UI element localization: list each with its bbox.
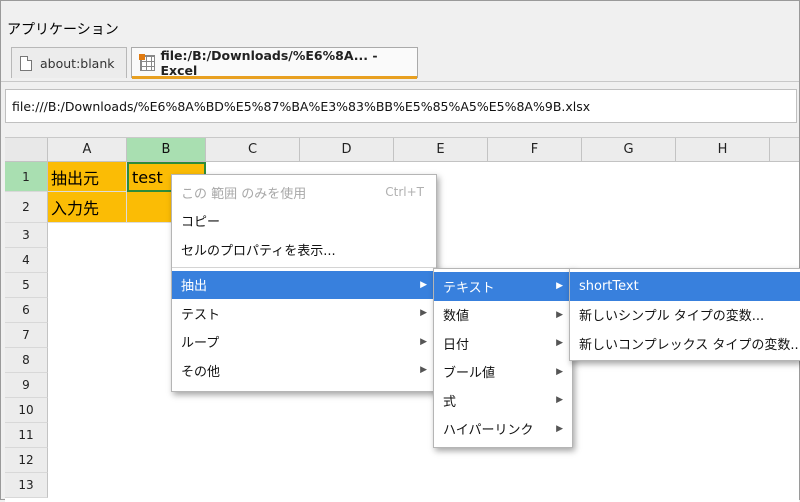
tab-strip: about:blank file:/B:/Downloads/%E6%8A...… [1,45,799,82]
menu-item-label: ハイパーリンク [443,423,534,439]
row-header-5[interactable]: 5 [5,273,48,298]
menu-item-label: テスト [181,307,221,323]
menu-item-test[interactable]: テスト ▶ [172,299,436,328]
row-header-1[interactable]: 1 [5,162,48,192]
cell-a1[interactable]: 抽出元 [48,162,127,192]
menu-item-hyperlink[interactable]: ハイパーリンク ▶ [434,415,572,444]
tab-label: about:blank [40,55,115,71]
menu-item-shorttext[interactable]: shortText [570,272,800,301]
menu-item-label: ブール値 [443,366,496,382]
tab-label: file:/B:/Downloads/%E6%8A... - Excel [160,48,378,78]
submenu-arrow-icon: ▶ [556,366,563,377]
tab-excel-file[interactable]: file:/B:/Downloads/%E6%8A... - Excel [131,47,418,79]
row-header-7[interactable]: 7 [5,323,48,348]
tab-about-blank[interactable]: about:blank [11,47,127,78]
menu-item-date[interactable]: 日付 ▶ [434,329,572,358]
submenu-arrow-icon: ▶ [556,338,563,349]
menu-item-formula[interactable]: 式 ▶ [434,386,572,415]
menu-item-label: コピー [181,215,221,231]
column-header-h[interactable]: H [676,138,770,162]
address-bar[interactable]: file:///B:/Downloads/%E6%8A%BD%E5%87%BA%… [5,89,797,123]
shortcut-label: Ctrl+T [385,185,424,200]
submenu-arrow-icon: ▶ [556,309,563,320]
submenu-arrow-icon: ▶ [420,336,427,347]
column-header-e[interactable]: E [394,138,488,162]
menu-item-new-simple-variable[interactable]: 新しいシンプル タイプの変数... [570,301,800,330]
row-header-2[interactable]: 2 [5,192,48,223]
column-header-f[interactable]: F [488,138,582,162]
menu-item-number[interactable]: 数値 ▶ [434,301,572,330]
menu-item-label: 新しいシンプル タイプの変数... [579,309,765,325]
submenu-arrow-icon: ▶ [556,395,563,406]
submenu-arrow-icon: ▶ [420,279,427,290]
menu-item-label: 式 [443,394,457,410]
column-header-c[interactable]: C [206,138,300,162]
column-header-a[interactable]: A [48,138,127,162]
menu-item-label: shortText [579,278,639,294]
menu-item-label: テキスト [443,280,495,296]
menu-item-label: 数値 [443,309,470,325]
row-header-3[interactable]: 3 [5,223,48,248]
menu-item-label: この 範囲 のみを使用 [181,186,307,202]
menu-item-label: 新しいコンプレックス タイプの変数... [579,337,800,353]
row-header-9[interactable]: 9 [5,373,48,398]
extract-submenu: テキスト ▶ 数値 ▶ 日付 ▶ ブール値 ▶ 式 ▶ ハイパーリンク ▶ [433,268,573,448]
context-menu: この 範囲 のみを使用 Ctrl+T コピー セルのプロパティを表示... 抽出… [171,174,437,392]
submenu-arrow-icon: ▶ [556,423,563,434]
menu-item-label: その他 [181,364,221,380]
app-title: アプリケーション [7,22,119,38]
excel-icon [138,54,156,71]
menu-item-other[interactable]: その他 ▶ [172,356,436,385]
menu-item-label: 日付 [443,337,470,353]
menu-item-new-complex-variable[interactable]: 新しいコンプレックス タイプの変数... [570,329,800,358]
column-header-b[interactable]: B [127,138,206,162]
menu-item-extract[interactable]: 抽出 ▶ [172,270,436,299]
menu-item-label: セルのプロパティを表示... [181,243,336,259]
row-header-4[interactable]: 4 [5,248,48,273]
text-submenu: shortText 新しいシンプル タイプの変数... 新しいコンプレックス タ… [569,268,800,361]
column-header-g[interactable]: G [582,138,676,162]
row-header-13[interactable]: 13 [5,473,48,498]
row-header-11[interactable]: 11 [5,423,48,448]
row-header-12[interactable]: 12 [5,448,48,473]
cell-a2[interactable]: 入力先 [48,192,127,223]
menu-item-copy[interactable]: コピー [172,207,436,236]
menu-item-boolean[interactable]: ブール値 ▶ [434,358,572,387]
menu-separator [172,266,436,268]
page-icon [20,55,32,71]
menu-item-label: ループ [181,336,220,352]
submenu-arrow-icon: ▶ [420,365,427,376]
column-header-d[interactable]: D [300,138,394,162]
menu-item-use-range-only[interactable]: この 範囲 のみを使用 Ctrl+T [172,178,436,207]
column-header-i[interactable] [770,138,799,162]
select-all-corner[interactable] [5,138,48,162]
menu-item-loop[interactable]: ループ ▶ [172,328,436,357]
menu-item-cell-properties[interactable]: セルのプロパティを表示... [172,235,436,264]
submenu-arrow-icon: ▶ [420,308,427,319]
submenu-arrow-icon: ▶ [556,281,563,292]
row-header-10[interactable]: 10 [5,398,48,423]
menu-item-label: 抽出 [181,279,208,295]
row-header-8[interactable]: 8 [5,348,48,373]
menu-item-text[interactable]: テキスト ▶ [434,272,572,301]
row-header-6[interactable]: 6 [5,298,48,323]
